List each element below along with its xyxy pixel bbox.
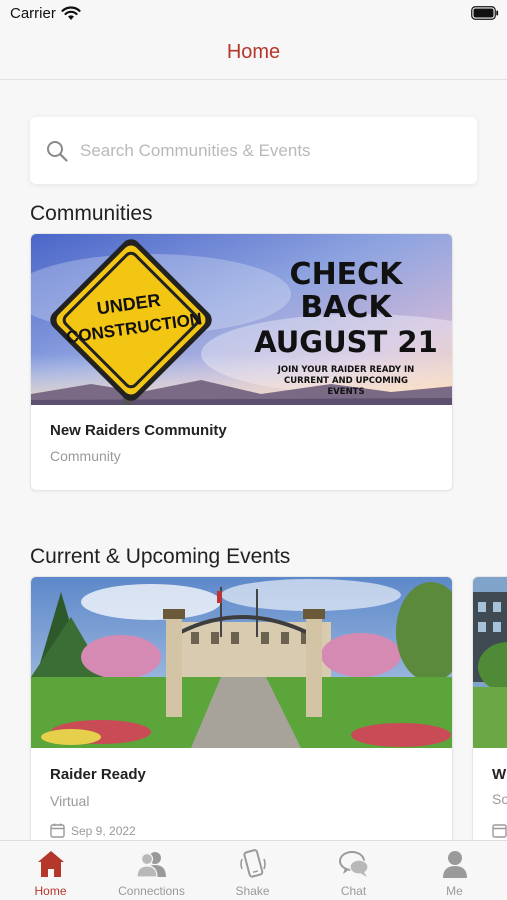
event-title-partial: W [492, 766, 507, 783]
banner-headline-1: CHECK [290, 257, 405, 292]
event-card[interactable]: Raider Ready Virtual Sep 9, 2022 [30, 576, 453, 866]
tab-shake[interactable]: Shake [202, 841, 303, 900]
nav-bar: Home [0, 28, 507, 80]
event-location-partial: So [492, 791, 507, 807]
chat-icon [338, 851, 369, 877]
event-image-partial [473, 577, 507, 748]
wifi-icon [61, 6, 81, 20]
carrier-label: Carrier [10, 5, 56, 22]
calendar-icon [492, 824, 507, 838]
battery-icon [471, 6, 499, 20]
community-title: New Raiders Community [50, 422, 227, 439]
events-heading: Current & Upcoming Events [30, 545, 291, 568]
tab-me[interactable]: Me [404, 841, 505, 900]
tab-label-home: Home [34, 884, 67, 898]
search-input[interactable] [80, 117, 460, 184]
page-title: Home [226, 41, 281, 63]
event-date: Sep 9, 2022 [71, 824, 136, 838]
home-icon [37, 851, 64, 877]
calendar-icon [50, 823, 65, 838]
community-type: Community [50, 448, 121, 464]
event-title: Raider Ready [50, 766, 146, 783]
search-icon [47, 141, 68, 162]
tab-label-connections: Connections [118, 884, 185, 898]
banner-subtext-2: CURRENT AND UPCOMING [284, 376, 408, 386]
shake-icon [239, 849, 266, 878]
tab-label-me: Me [446, 884, 463, 898]
event-location: Virtual [50, 793, 90, 809]
search-bar[interactable] [30, 117, 477, 184]
banner-headline-3: AUGUST 21 [254, 325, 438, 359]
under-construction-image: UNDER CONSTRUCTION CHECK BACK AUGUST 21 … [31, 234, 452, 405]
status-bar: Carrier [0, 0, 507, 28]
banner-subtext-1: JOIN YOUR RAIDER READY IN [277, 365, 415, 375]
banner-headline-2: BACK [300, 290, 393, 325]
tab-connections[interactable]: Connections [101, 841, 202, 900]
community-banner-image: UNDER CONSTRUCTION CHECK BACK AUGUST 21 … [31, 234, 452, 405]
tab-label-chat: Chat [340, 884, 367, 898]
tab-chat[interactable]: Chat [303, 841, 404, 900]
communities-heading: Communities [30, 202, 153, 225]
tab-home[interactable]: Home [0, 841, 101, 900]
tab-bar: Home Connections Shake Chat Me [0, 840, 507, 900]
person-icon [442, 851, 467, 878]
event-card-partial[interactable]: W So [472, 576, 507, 866]
campus-gate-image [31, 577, 452, 748]
event-image [31, 577, 452, 748]
banner-subtext-3: EVENTS [327, 387, 364, 397]
connections-icon [135, 852, 166, 878]
tab-label-shake: Shake [235, 884, 270, 898]
community-card[interactable]: UNDER CONSTRUCTION CHECK BACK AUGUST 21 … [30, 233, 453, 491]
